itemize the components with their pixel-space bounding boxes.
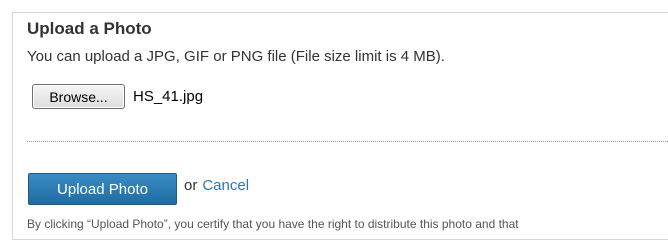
upload-instructions: You can upload a JPG, GIF or PNG file (F… — [27, 48, 445, 65]
divider — [27, 141, 668, 142]
browse-button[interactable]: Browse... — [32, 84, 125, 109]
page-title: Upload a Photo — [27, 19, 152, 38]
form-actions: Upload Photo or Cancel — [28, 173, 249, 205]
or-separator: or — [184, 176, 198, 194]
file-picker: Browse... HS_41.jpg — [32, 84, 203, 109]
upload-photo-panel: Upload a Photo You can upload a JPG, GIF… — [12, 12, 668, 240]
selected-file-name: HS_41.jpg — [133, 88, 204, 105]
upload-photo-button[interactable]: Upload Photo — [28, 173, 177, 205]
rights-disclaimer: By clicking “Upload Photo”, you certify … — [27, 217, 519, 231]
cancel-link[interactable]: Cancel — [202, 177, 249, 194]
